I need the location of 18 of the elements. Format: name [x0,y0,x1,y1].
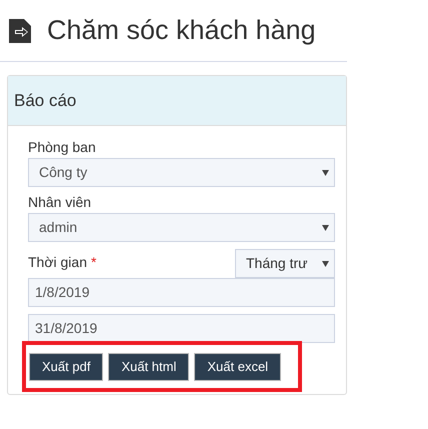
file-export-icon [9,18,33,42]
select-field[interactable]: Công ty [28,158,335,187]
export-button[interactable]: Xuất excel [194,352,282,380]
field-label: Phòng ban [28,139,97,156]
field-label: Nhân viên [28,194,92,211]
export-button[interactable]: Xuất pdf [29,352,104,380]
dropdown-caret-icon [322,224,329,230]
date-field[interactable]: 31/8/2019 [28,314,335,343]
field-label: Thời gian [28,254,87,270]
export-button[interactable]: Xuất html [108,352,190,380]
dropdown-caret-icon [322,260,329,266]
select-field[interactable]: admin [28,213,335,242]
required-mark: * [91,254,96,270]
dropdown-caret-icon [322,170,329,176]
panel-title: Báo cáo [14,90,76,112]
date-field[interactable]: 1/8/2019 [28,278,335,307]
period-select[interactable]: Tháng trư [235,249,335,278]
page-title: Chăm sóc khách hàng [47,14,316,48]
